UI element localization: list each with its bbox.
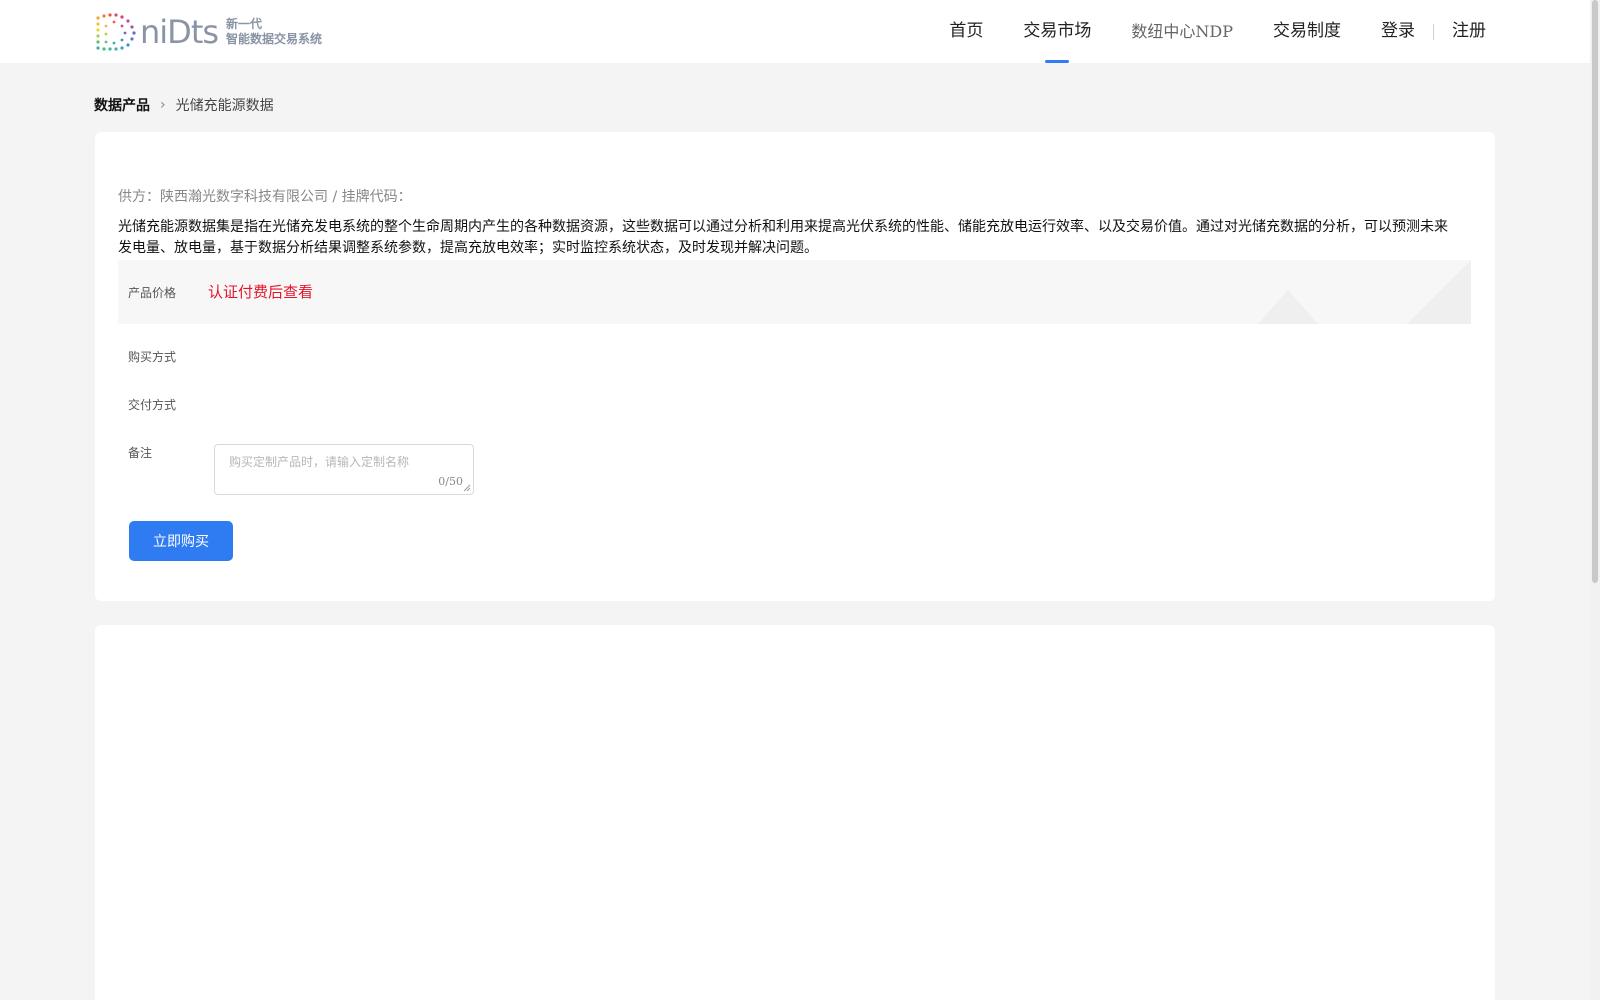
supplier-info: 供方：陕西瀚光数字科技有限公司 / 挂牌代码： bbox=[118, 189, 412, 205]
price-value: 认证付费后查看 bbox=[208, 283, 314, 301]
nav-rules[interactable]: 交易制度 bbox=[1273, 0, 1341, 63]
remark-label: 备注 bbox=[128, 446, 153, 460]
price-row: 产品价格 认证付费后查看 bbox=[118, 260, 1471, 324]
resize-grip-icon[interactable] bbox=[463, 484, 471, 492]
top-header: niDts 新一代 智能数据交易系统 首页 交易市场 数纽中心NDP 交易制度 … bbox=[0, 0, 1590, 63]
buy-method-label: 购买方式 bbox=[128, 350, 177, 364]
remark-input[interactable] bbox=[215, 445, 473, 494]
nav-ndp[interactable]: 数纽中心NDP bbox=[1131, 0, 1233, 63]
remark-char-count: 0/50 bbox=[438, 475, 463, 488]
breadcrumb: 数据产品 › 光储充能源数据 bbox=[94, 95, 274, 115]
chevron-right-icon: › bbox=[160, 97, 166, 113]
logo-tagline-line2: 智能数据交易系统 bbox=[226, 32, 323, 46]
page-scrollbar[interactable] bbox=[1590, 0, 1600, 1000]
price-label: 产品价格 bbox=[128, 286, 177, 300]
breadcrumb-current: 光储充能源数据 bbox=[175, 98, 274, 114]
delivery-method-label: 交付方式 bbox=[128, 398, 177, 412]
decorative-triangle bbox=[1258, 290, 1318, 324]
product-detail-card: 供方：陕西瀚光数字科技有限公司 / 挂牌代码： 光储充能源数据集是指在光储充发电… bbox=[95, 132, 1495, 601]
logo-d-icon bbox=[96, 13, 136, 51]
breadcrumb-root[interactable]: 数据产品 bbox=[94, 95, 150, 115]
remark-field[interactable]: 0/50 bbox=[214, 444, 474, 495]
logo[interactable]: niDts 新一代 智能数据交易系统 bbox=[94, 12, 322, 52]
product-details-panel bbox=[95, 625, 1495, 1000]
product-description: 光储充能源数据集是指在光储充发电系统的整个生命周期内产生的各种数据资源，这些数据… bbox=[118, 219, 1448, 256]
logo-tagline: 新一代 智能数据交易系统 bbox=[226, 17, 322, 47]
decorative-corner bbox=[1407, 260, 1471, 324]
nav-divider bbox=[1433, 23, 1434, 40]
nav-home[interactable]: 首页 bbox=[949, 0, 983, 63]
nav-market[interactable]: 交易市场 bbox=[1023, 0, 1091, 63]
buy-now-button[interactable]: 立即购买 bbox=[129, 521, 233, 561]
nav-login[interactable]: 登录 bbox=[1381, 0, 1415, 63]
logo-wordmark: niDts bbox=[140, 13, 219, 51]
logo-tagline-line1: 新一代 bbox=[226, 17, 263, 31]
scrollbar-thumb[interactable] bbox=[1592, 0, 1598, 583]
main-nav: 首页 交易市场 数纽中心NDP 交易制度 登录 注册 bbox=[909, 0, 1486, 63]
nav-register[interactable]: 注册 bbox=[1452, 0, 1486, 63]
